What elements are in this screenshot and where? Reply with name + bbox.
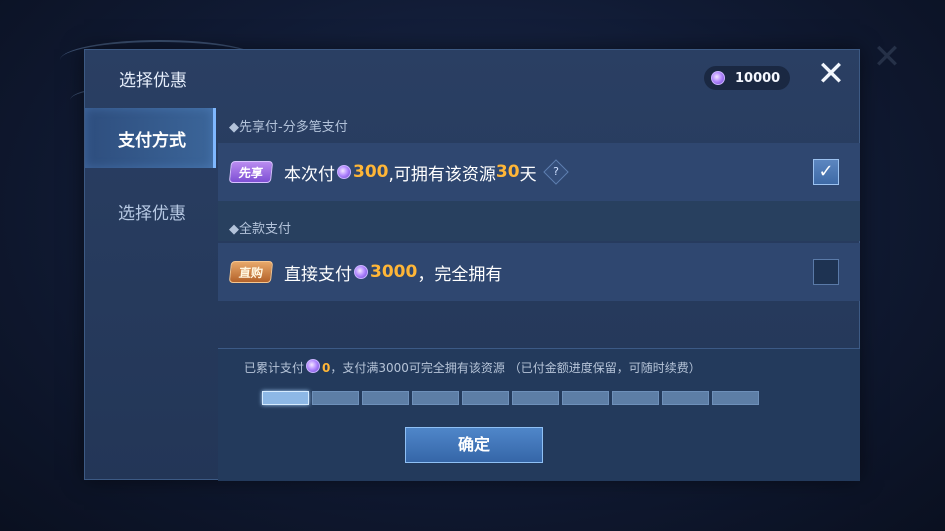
preview-badge: 先享 bbox=[228, 161, 274, 183]
sidebar: 支付方式 选择优惠 bbox=[85, 108, 216, 241]
direct-buy-badge: 直购 bbox=[228, 261, 274, 283]
accum-suffix: ，支付满3000可完全拥有该资源 （已付金额进度保留，可随时续费） bbox=[330, 361, 701, 375]
progress-segment bbox=[462, 391, 509, 405]
sidebar-item-label: 支付方式 bbox=[118, 130, 186, 151]
option-full-text: 直接支付 3000 ，完全拥有 bbox=[284, 260, 502, 285]
close-icon: ✕ bbox=[816, 54, 846, 94]
progress-segment bbox=[362, 391, 409, 405]
confirm-button[interactable]: 确定 bbox=[405, 427, 543, 463]
progress-segment bbox=[562, 391, 609, 405]
option-amount: 300 bbox=[353, 162, 389, 182]
option-text-prefix: 直接支付 bbox=[284, 264, 352, 285]
sidebar-item-select-discount[interactable]: 选择优惠 bbox=[85, 181, 216, 241]
option-text-prefix: 本次付 bbox=[284, 164, 335, 185]
option-text-middle: ,可拥有该资源 bbox=[388, 164, 496, 185]
accum-prefix: 已累计支付 bbox=[244, 361, 305, 375]
option-full-payment[interactable]: 直购 直接支付 3000 ，完全拥有 bbox=[218, 243, 860, 301]
progress-segment bbox=[262, 391, 309, 405]
option-text-suffix: 天 bbox=[519, 164, 537, 185]
sidebar-item-label: 选择优惠 bbox=[118, 203, 186, 224]
coin-icon bbox=[306, 359, 321, 373]
help-icon[interactable]: ? bbox=[542, 159, 569, 185]
option-text-suffix: ，完全拥有 bbox=[417, 264, 503, 285]
progress-segment bbox=[512, 391, 559, 405]
section-label-full-payment: ◆全款支付 bbox=[229, 222, 291, 237]
check-icon: ✓ bbox=[818, 161, 834, 182]
progress-segment bbox=[712, 391, 759, 405]
coin-icon bbox=[337, 165, 351, 179]
accumulated-payment-text: 已累计支付 0，支付满3000可完全拥有该资源 （已付金额进度保留，可随时续费） bbox=[244, 359, 701, 376]
progress-bar bbox=[262, 391, 759, 405]
option-installment[interactable]: 先享 本次付 300 ,可拥有该资源 30 天 ? ✓ bbox=[218, 143, 860, 201]
progress-segment bbox=[612, 391, 659, 405]
full-payment-checkbox[interactable] bbox=[813, 259, 839, 285]
help-glyph: ? bbox=[552, 165, 559, 178]
close-button[interactable]: ✕ bbox=[813, 56, 849, 92]
option-days: 30 bbox=[495, 162, 520, 182]
section-divider bbox=[218, 201, 860, 241]
sidebar-item-payment-method[interactable]: 支付方式 bbox=[85, 108, 216, 168]
coin-balance: 10000 bbox=[704, 66, 790, 90]
section-label-installment: ◆先享付-分多笔支付 bbox=[229, 120, 348, 135]
dialog-title: 选择优惠 bbox=[119, 71, 187, 91]
balance-value: 10000 bbox=[735, 70, 781, 86]
progress-segment bbox=[312, 391, 359, 405]
progress-segment bbox=[412, 391, 459, 405]
payment-dialog: 选择优惠 10000 ✕ 支付方式 选择优惠 ◆先享付-分多笔支付 先享 本次付… bbox=[84, 49, 860, 481]
option-installment-text: 本次付 300 ,可拥有该资源 30 天 ? bbox=[284, 159, 569, 185]
coin-icon bbox=[354, 265, 368, 279]
progress-segment bbox=[662, 391, 709, 405]
background-close-icon: ✕ bbox=[872, 37, 902, 77]
option-amount: 3000 bbox=[370, 262, 418, 282]
payment-progress-panel: 已累计支付 0，支付满3000可完全拥有该资源 （已付金额进度保留，可随时续费） … bbox=[218, 348, 860, 481]
installment-checkbox[interactable]: ✓ bbox=[813, 159, 839, 185]
coin-icon bbox=[711, 71, 725, 85]
